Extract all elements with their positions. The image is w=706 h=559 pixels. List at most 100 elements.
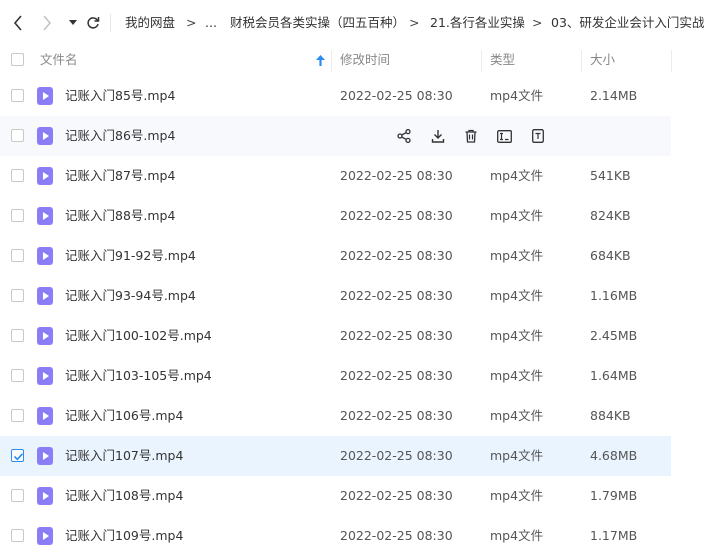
file-name[interactable]: 记账入门88号.mp4 (65, 196, 175, 236)
file-row[interactable]: 记账入门87号.mp4 2022-02-25 08:30 mp4文件 541KB (0, 156, 671, 196)
video-file-icon (37, 407, 53, 425)
file-size: 1.79MB (590, 488, 638, 503)
file-type: mp4文件 (490, 288, 544, 303)
file-name[interactable]: 记账入门91-92号.mp4 (65, 236, 196, 276)
breadcrumb-root[interactable]: 我的网盘 (125, 15, 175, 31)
file-type: mp4文件 (490, 208, 544, 223)
row-checkbox[interactable] (11, 289, 24, 302)
row-checkbox[interactable] (11, 249, 24, 262)
file-type: mp4文件 (490, 408, 544, 423)
file-size: 1.64MB (590, 368, 638, 383)
column-divider[interactable] (671, 50, 672, 72)
forward-icon[interactable] (37, 12, 57, 34)
column-header-name[interactable]: 文件名 (40, 46, 78, 74)
toolbar-divider (110, 14, 111, 32)
back-icon[interactable] (8, 12, 28, 34)
column-header-modified[interactable]: 修改时间 (340, 46, 390, 74)
file-type: mp4文件 (490, 528, 544, 543)
file-name[interactable]: 记账入门86号.mp4 (65, 116, 175, 156)
video-file-icon (37, 527, 53, 545)
breadcrumb-separator: > (186, 15, 197, 30)
row-checkbox[interactable] (11, 89, 24, 102)
download-icon[interactable] (428, 126, 448, 146)
breadcrumb-ellipsis[interactable]: ... (205, 15, 217, 31)
file-size: 884KB (590, 408, 631, 423)
file-type: mp4文件 (490, 328, 544, 343)
video-file-icon (37, 207, 53, 225)
file-list-header: 文件名 修改时间 类型 大小 (0, 46, 706, 74)
file-row[interactable]: 记账入门109号.mp4 2022-02-25 08:30 mp4文件 1.17… (0, 516, 671, 556)
video-file-icon (37, 447, 53, 465)
breadcrumb-item[interactable]: 21.各行各业实操 (430, 15, 525, 31)
file-row[interactable]: 记账入门100-102号.mp4 2022-02-25 08:30 mp4文件 … (0, 316, 671, 356)
file-size: 2.45MB (590, 328, 638, 343)
file-type: mp4文件 (490, 488, 544, 503)
breadcrumb-item-current[interactable]: 03、研发企业会计入门实战 (551, 15, 704, 31)
file-name[interactable]: 记账入门87号.mp4 (65, 156, 175, 196)
file-name[interactable]: 记账入门100-102号.mp4 (65, 316, 212, 356)
more-icon[interactable] (528, 126, 548, 146)
file-type: mp4文件 (490, 168, 544, 183)
select-all-checkbox[interactable] (11, 53, 24, 66)
file-name[interactable]: 记账入门93-94号.mp4 (65, 276, 196, 316)
file-modified: 2022-02-25 08:30 (340, 88, 453, 103)
file-modified: 2022-02-25 08:30 (340, 408, 453, 423)
row-checkbox[interactable] (11, 169, 24, 182)
row-checkbox[interactable] (11, 329, 24, 342)
row-checkbox[interactable] (11, 369, 24, 382)
column-header-type[interactable]: 类型 (490, 46, 515, 74)
sort-ascending-icon[interactable] (316, 54, 325, 69)
video-file-icon (37, 367, 53, 385)
share-icon[interactable] (394, 126, 414, 146)
delete-icon[interactable] (461, 126, 481, 146)
video-file-icon (37, 167, 53, 185)
file-name[interactable]: 记账入门103-105号.mp4 (65, 356, 212, 396)
file-name[interactable]: 记账入门107号.mp4 (65, 436, 183, 476)
file-name[interactable]: 记账入门106号.mp4 (65, 396, 183, 436)
file-row[interactable]: 记账入门106号.mp4 2022-02-25 08:30 mp4文件 884K… (0, 396, 671, 436)
video-file-icon (37, 487, 53, 505)
file-size: 824KB (590, 208, 631, 223)
file-name[interactable]: 记账入门85号.mp4 (65, 76, 175, 116)
video-file-icon (37, 87, 53, 105)
video-file-icon (37, 247, 53, 265)
checkmark-icon (13, 453, 24, 461)
file-size: 684KB (590, 248, 631, 263)
row-checkbox[interactable] (11, 209, 24, 222)
column-divider[interactable] (481, 50, 482, 72)
row-actions (394, 126, 562, 146)
row-checkbox[interactable] (11, 489, 24, 502)
history-dropdown-icon[interactable] (63, 12, 83, 34)
refresh-icon[interactable] (83, 12, 103, 34)
file-name[interactable]: 记账入门108号.mp4 (65, 476, 183, 516)
rename-icon[interactable] (495, 126, 515, 146)
row-checkbox-checked[interactable] (11, 449, 24, 462)
file-size: 1.17MB (590, 528, 638, 543)
file-row[interactable]: 记账入门103-105号.mp4 2022-02-25 08:30 mp4文件 … (0, 356, 671, 396)
file-modified: 2022-02-25 08:30 (340, 488, 453, 503)
file-size: 541KB (590, 168, 631, 183)
file-row-selected[interactable]: 记账入门107号.mp4 2022-02-25 08:30 mp4文件 4.68… (0, 436, 671, 476)
file-type: mp4文件 (490, 448, 544, 463)
file-row[interactable]: 记账入门108号.mp4 2022-02-25 08:30 mp4文件 1.79… (0, 476, 671, 516)
row-checkbox[interactable] (11, 129, 24, 142)
scrollbar-track[interactable] (671, 74, 706, 559)
file-type: mp4文件 (490, 248, 544, 263)
file-size: 1.16MB (590, 288, 638, 303)
column-header-size[interactable]: 大小 (590, 46, 615, 74)
video-file-icon (37, 127, 53, 145)
row-checkbox[interactable] (11, 529, 24, 542)
row-checkbox[interactable] (11, 409, 24, 422)
breadcrumb-item[interactable]: 财税会员各类实操（四五百种） (230, 15, 405, 31)
file-row[interactable]: 记账入门85号.mp4 2022-02-25 08:30 mp4文件 2.14M… (0, 76, 671, 116)
video-file-icon (37, 287, 53, 305)
file-type: mp4文件 (490, 88, 544, 103)
file-row-hovered[interactable]: 记账入门86号.mp4 (0, 116, 671, 156)
column-divider[interactable] (581, 50, 582, 72)
column-divider[interactable] (331, 50, 332, 72)
file-row[interactable]: 记账入门93-94号.mp4 2022-02-25 08:30 mp4文件 1.… (0, 276, 671, 316)
file-name[interactable]: 记账入门109号.mp4 (65, 516, 183, 556)
file-row[interactable]: 记账入门91-92号.mp4 2022-02-25 08:30 mp4文件 68… (0, 236, 671, 276)
file-modified: 2022-02-25 08:30 (340, 328, 453, 343)
file-row[interactable]: 记账入门88号.mp4 2022-02-25 08:30 mp4文件 824KB (0, 196, 671, 236)
